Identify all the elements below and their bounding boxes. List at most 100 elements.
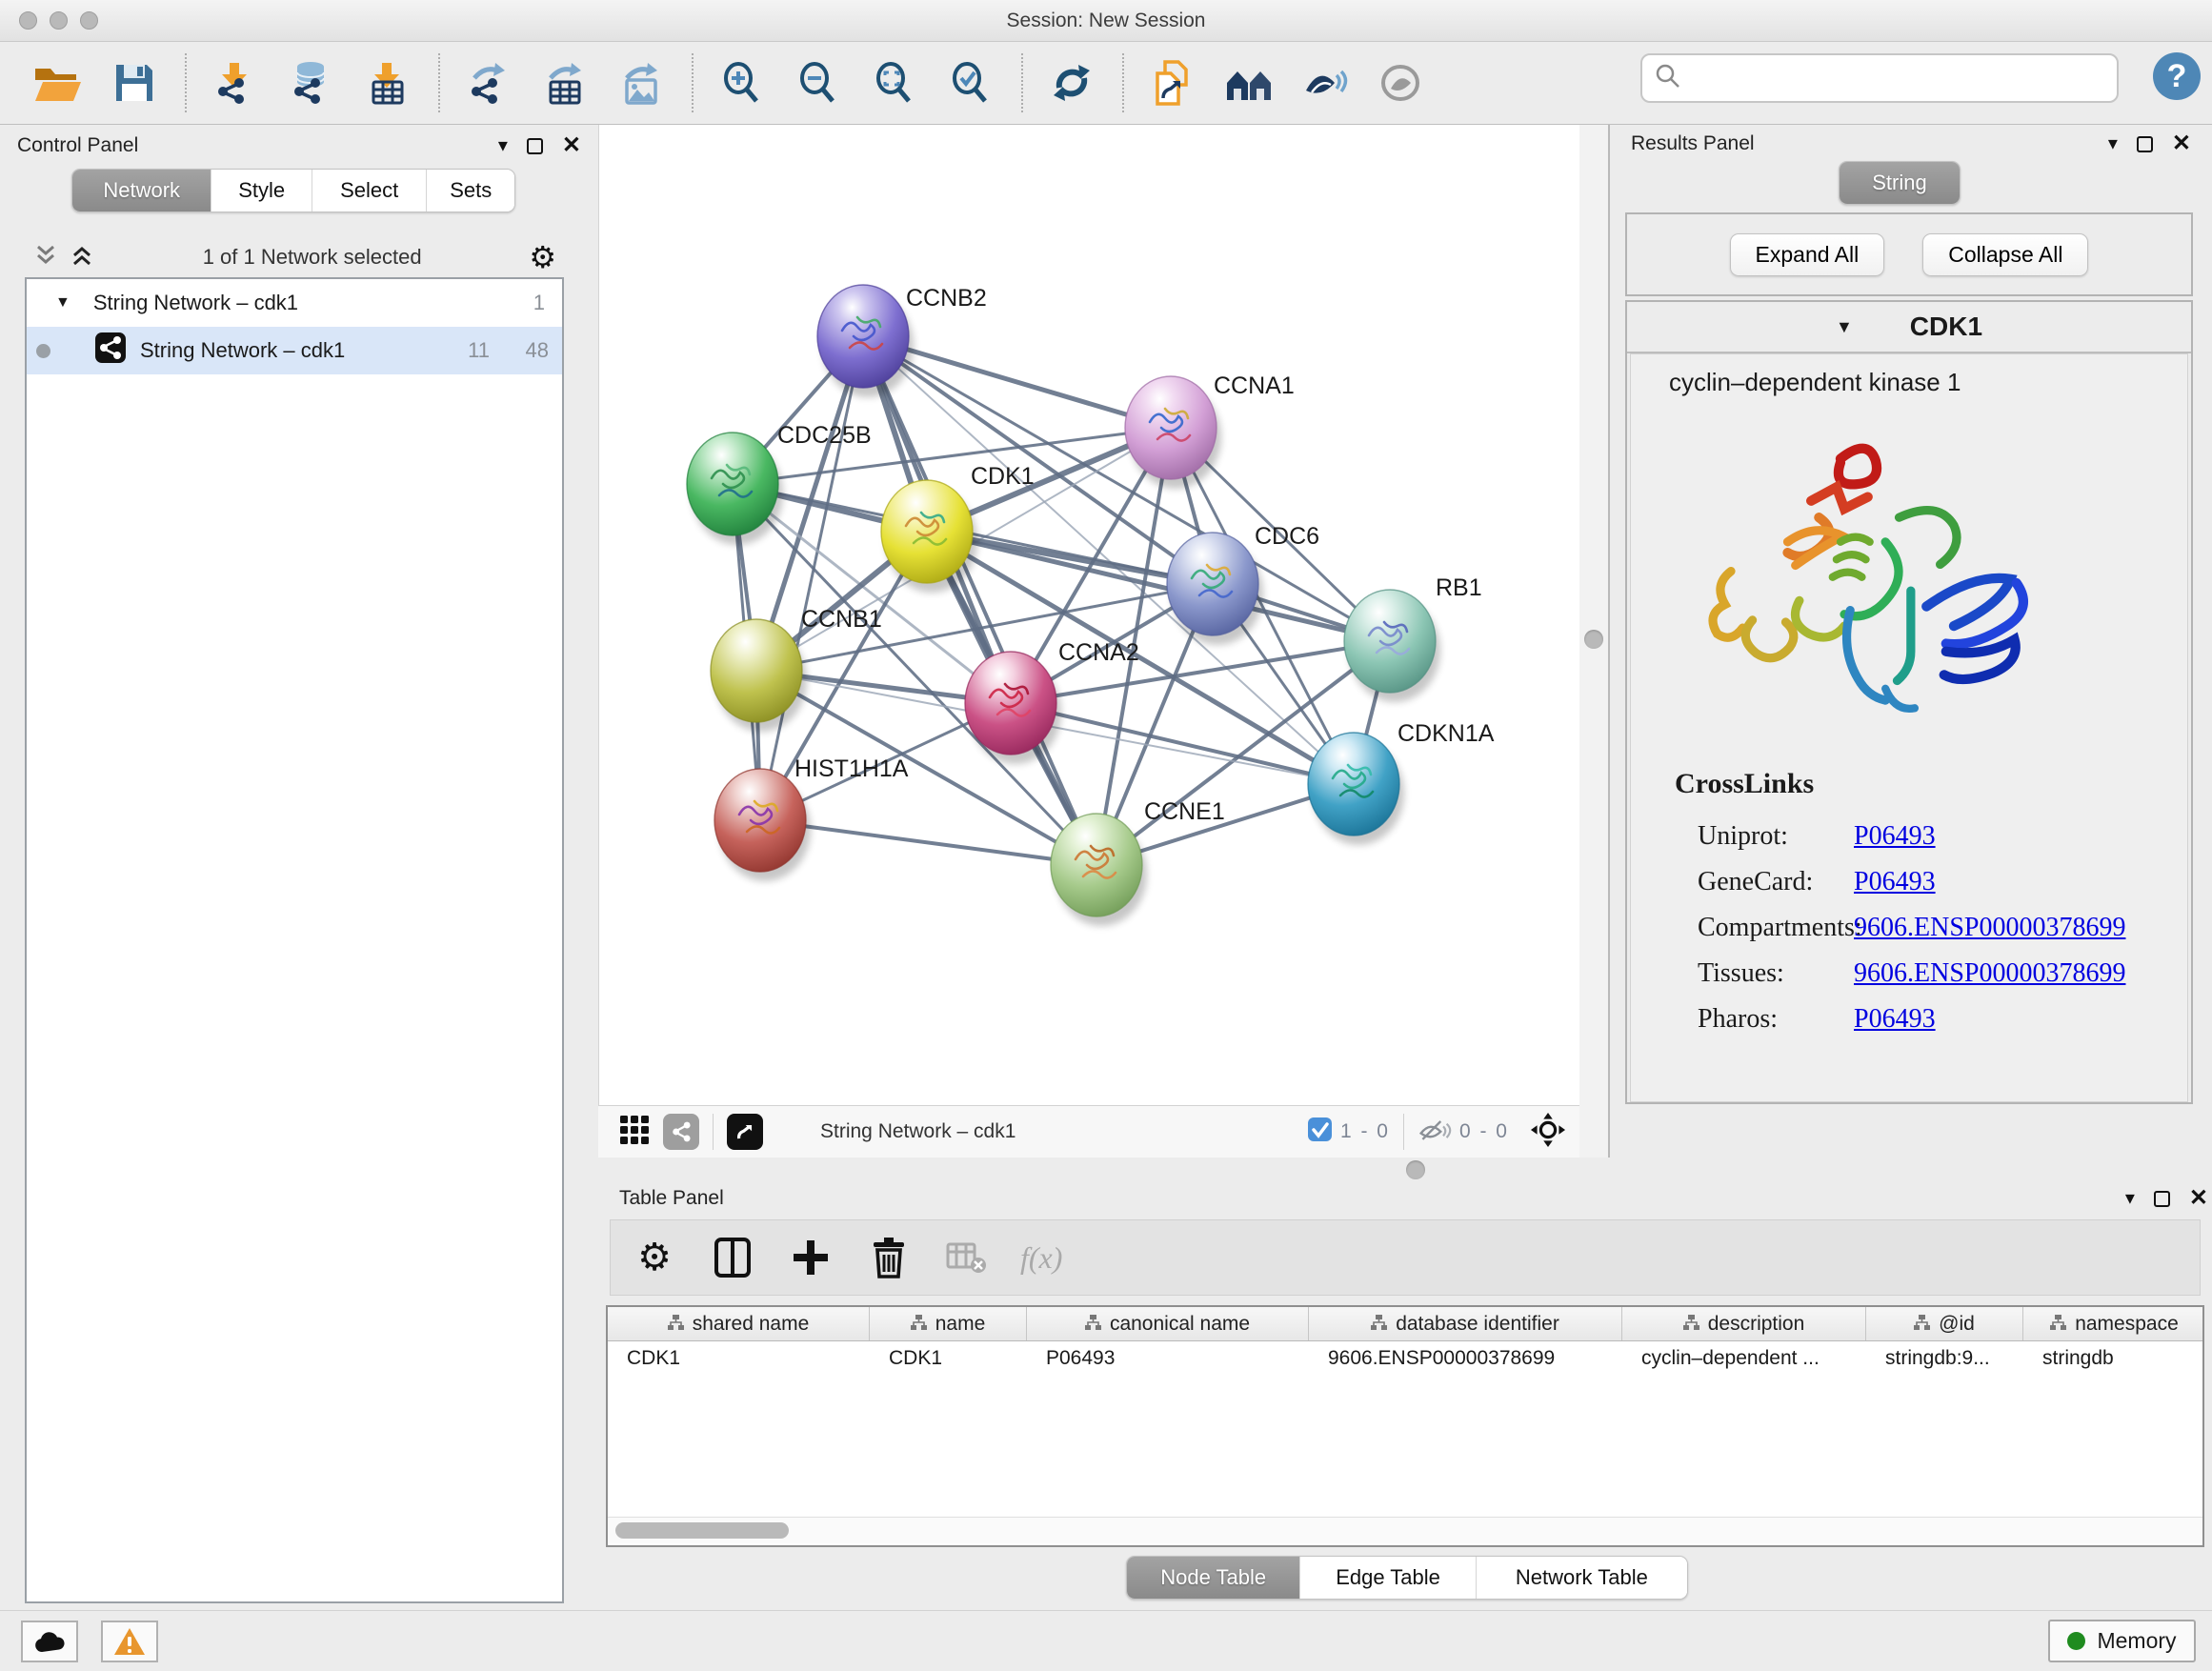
network-node-CCNB1[interactable] <box>711 619 807 732</box>
column-header-canonical-name[interactable]: canonical name <box>1027 1307 1309 1340</box>
export-network-icon[interactable] <box>457 52 520 113</box>
table-cell[interactable]: stringdb <box>2023 1341 2204 1376</box>
network-edge[interactable] <box>1011 703 1354 784</box>
control-panel-float-icon[interactable] <box>527 138 543 154</box>
create-column-plus-icon[interactable] <box>786 1233 835 1282</box>
tab-network[interactable]: Network <box>72 170 211 211</box>
table-splitter-handle[interactable] <box>1406 1160 1425 1179</box>
table-panel-collapse-icon[interactable]: ▾ <box>2125 1189 2135 1208</box>
network-node-CDK1[interactable] <box>881 480 977 593</box>
tab-select[interactable]: Select <box>312 170 426 211</box>
network-edge[interactable] <box>760 336 863 820</box>
network-node-CCNE1[interactable] <box>1051 814 1147 926</box>
open-in-window-icon[interactable] <box>727 1114 763 1150</box>
network-node-CCNA1[interactable] <box>1125 376 1221 489</box>
table-panel-float-icon[interactable] <box>2154 1191 2170 1207</box>
save-session-icon[interactable] <box>103 52 166 113</box>
crosslink-link[interactable]: P06493 <box>1854 1004 1936 1035</box>
table-horizontal-scrollbar[interactable] <box>608 1517 2202 1543</box>
table-cell[interactable]: CDK1 <box>608 1341 870 1376</box>
network-node-RB1[interactable] <box>1344 590 1440 702</box>
network-node-CCNA2[interactable] <box>965 652 1061 764</box>
expand-all-networks-icon[interactable] <box>69 242 95 273</box>
table-cell[interactable]: 9606.ENSP00000378699 <box>1309 1341 1622 1376</box>
first-neighbors-icon[interactable] <box>1217 52 1280 113</box>
export-table-icon[interactable] <box>533 52 596 113</box>
cdk1-section-header[interactable]: ▼ CDK1 <box>1627 302 2191 353</box>
column-header-database-identifier[interactable]: database identifier <box>1309 1307 1622 1340</box>
memory-button[interactable]: Memory <box>2048 1620 2196 1662</box>
cloud-services-button[interactable] <box>21 1621 78 1662</box>
collection-expander-icon[interactable]: ▼ <box>55 294 70 312</box>
network-options-gear-icon[interactable]: ⚙ <box>529 239 556 275</box>
pan-crosshair-icon[interactable] <box>1530 1112 1566 1153</box>
tab-edge-table[interactable]: Edge Table <box>1299 1557 1475 1599</box>
tab-sets[interactable]: Sets <box>426 170 514 211</box>
warnings-button[interactable] <box>101 1621 158 1662</box>
zoom-fit-icon[interactable] <box>863 52 926 113</box>
open-file-icon[interactable] <box>27 52 90 113</box>
collapse-all-button[interactable]: Collapse All <box>1922 233 2088 276</box>
tab-string[interactable]: String <box>1840 162 1960 204</box>
crosslink-link[interactable]: P06493 <box>1854 867 1936 897</box>
apply-layout-icon[interactable] <box>1040 52 1103 113</box>
delete-column-trash-icon[interactable] <box>864 1233 914 1282</box>
table-splitter[interactable] <box>598 1158 2212 1181</box>
control-panel-collapse-icon[interactable]: ▾ <box>498 136 508 155</box>
tab-network-table[interactable]: Network Table <box>1476 1557 1687 1599</box>
network-edge[interactable] <box>863 336 1096 865</box>
crosslink-link[interactable]: 9606.ENSP00000378699 <box>1854 958 2125 989</box>
crosslink-link[interactable]: 9606.ENSP00000378699 <box>1854 913 2125 943</box>
table-panel-close-icon[interactable]: ✕ <box>2189 1187 2208 1210</box>
zoom-selected-icon[interactable] <box>939 52 1002 113</box>
import-network-file-icon[interactable] <box>204 52 267 113</box>
network-collection-row[interactable]: ▼ String Network – cdk1 1 <box>27 279 562 327</box>
table-row[interactable]: CDK1CDK1P064939606.ENSP00000378699cyclin… <box>608 1341 2202 1376</box>
table-options-gear-icon[interactable]: ⚙ <box>630 1233 679 1282</box>
zoom-in-icon[interactable] <box>711 52 774 113</box>
table-cell[interactable]: CDK1 <box>870 1341 1027 1376</box>
new-network-selection-icon[interactable] <box>1141 52 1204 113</box>
results-splitter[interactable] <box>1579 125 1610 1158</box>
expand-all-button[interactable]: Expand All <box>1730 233 1885 276</box>
column-header-namespace[interactable]: namespace <box>2023 1307 2204 1340</box>
table-cell[interactable]: stringdb:9... <box>1866 1341 2023 1376</box>
column-header-id[interactable]: @id <box>1866 1307 2023 1340</box>
zoom-out-icon[interactable] <box>787 52 850 113</box>
network-canvas[interactable]: CCNB2 CCNA1 CDC25B CDK1 CDC6 RB1 <box>598 125 1579 1105</box>
column-header-name[interactable]: name <box>870 1307 1027 1340</box>
column-header-shared-name[interactable]: shared name <box>608 1307 870 1340</box>
help-button[interactable]: ? <box>2153 52 2201 100</box>
column-header-description[interactable]: description <box>1622 1307 1866 1340</box>
export-image-icon[interactable] <box>610 52 673 113</box>
network-node-HIST1H1A[interactable] <box>714 769 811 881</box>
network-node-CCNB2[interactable] <box>817 285 914 397</box>
control-panel-close-icon[interactable]: ✕ <box>562 134 581 157</box>
network-title-label: String Network – cdk1 <box>820 1120 1307 1143</box>
show-columns-icon[interactable] <box>708 1233 757 1282</box>
network-edge[interactable] <box>760 820 1096 865</box>
hidden-eye-slash-icon[interactable] <box>1418 1116 1452 1149</box>
network-row[interactable]: String Network – cdk1 11 48 <box>27 327 562 374</box>
results-panel-float-icon[interactable] <box>2137 136 2153 152</box>
results-splitter-handle[interactable] <box>1584 630 1603 649</box>
import-network-database-icon[interactable] <box>280 52 343 113</box>
import-table-icon[interactable] <box>356 52 419 113</box>
table-cell[interactable]: P06493 <box>1027 1341 1309 1376</box>
results-panel-collapse-icon[interactable]: ▾ <box>2108 134 2118 153</box>
table-cell[interactable]: cyclin–dependent ... <box>1622 1341 1866 1376</box>
network-node-CDKN1A[interactable] <box>1308 733 1404 845</box>
string-panel-toggle-icon[interactable] <box>663 1114 699 1150</box>
birds-eye-view-icon[interactable] <box>619 1115 650 1150</box>
results-panel-close-icon[interactable]: ✕ <box>2172 132 2191 155</box>
tab-node-table[interactable]: Node Table <box>1127 1557 1299 1599</box>
tab-style[interactable]: Style <box>211 170 312 211</box>
show-graphics-details-icon[interactable] <box>1294 52 1357 113</box>
selected-checkbox-icon[interactable] <box>1307 1117 1333 1147</box>
crosslink-link[interactable]: P06493 <box>1854 821 1936 852</box>
section-expander-icon[interactable]: ▼ <box>1836 317 1853 337</box>
table-scrollbar-thumb[interactable] <box>615 1522 789 1539</box>
search-input[interactable] <box>1682 55 2117 101</box>
network-node-CDC25B[interactable] <box>687 433 783 545</box>
collapse-all-networks-icon[interactable] <box>32 242 59 273</box>
